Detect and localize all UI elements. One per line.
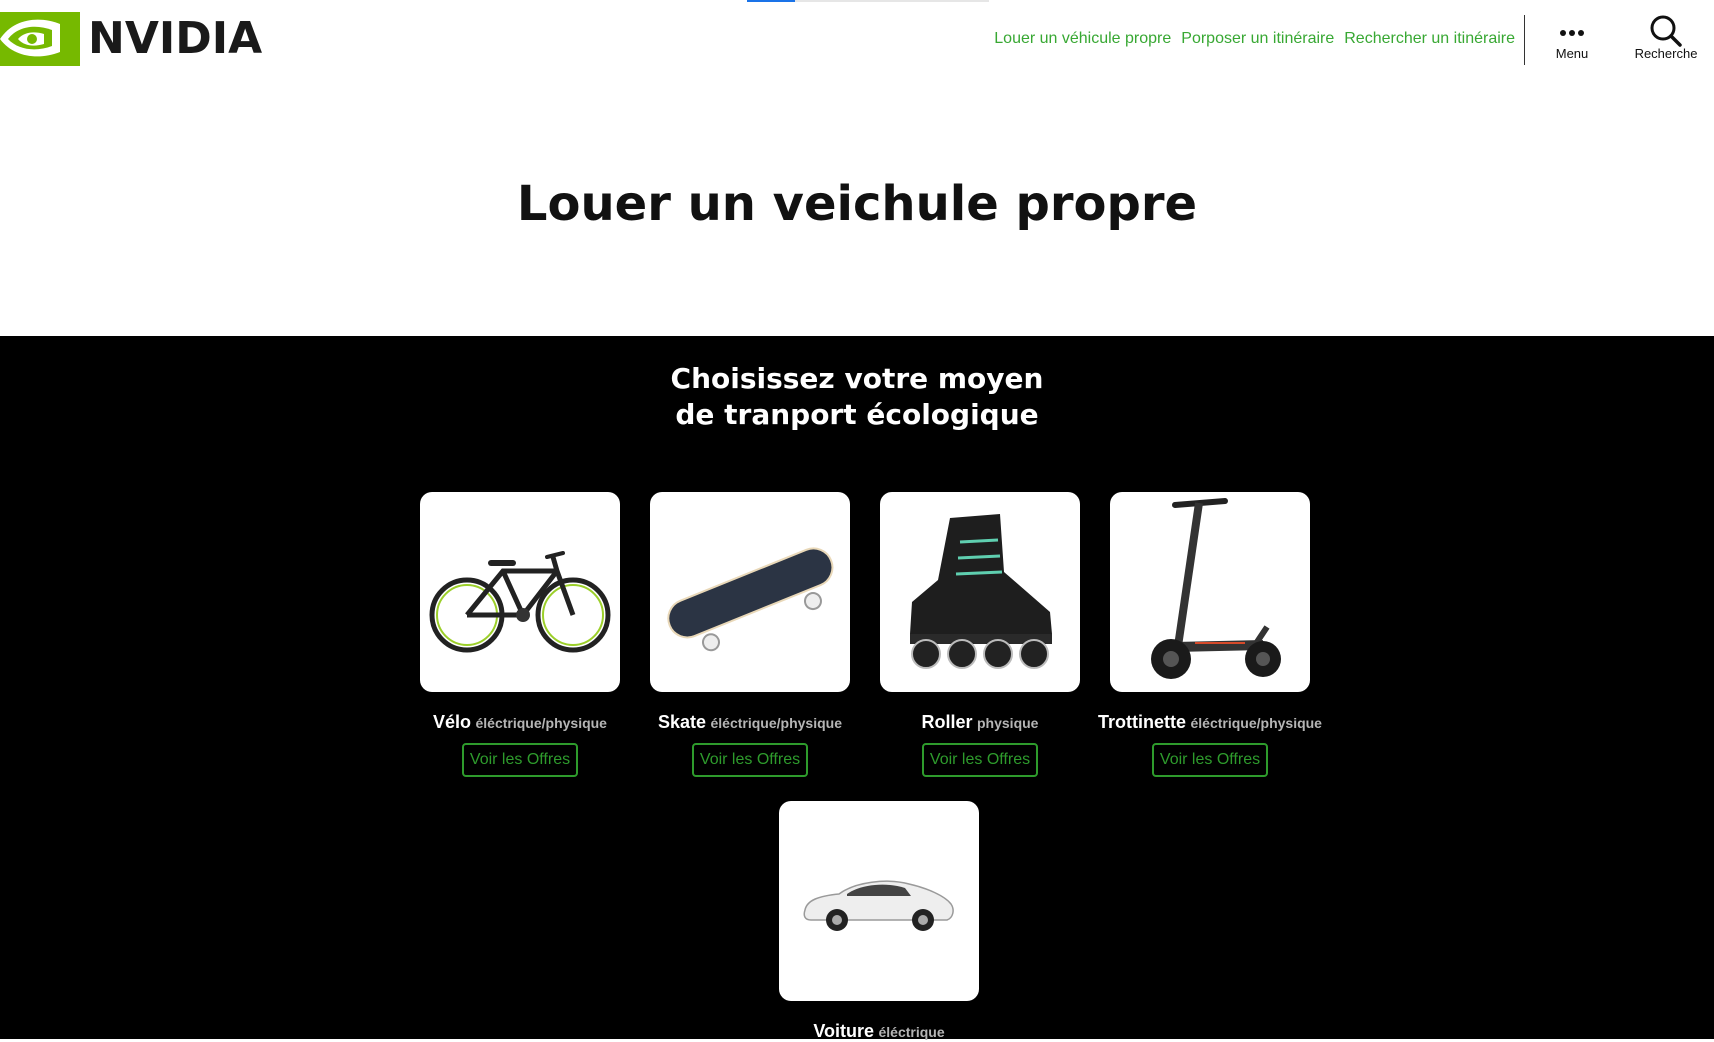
vehicle-type: physique bbox=[977, 715, 1039, 731]
section-title: Choisissez votre moyen de tranport écolo… bbox=[0, 361, 1714, 433]
vehicle-type: éléctrique/physique bbox=[710, 715, 842, 731]
vehicle-caption: Roller physique bbox=[850, 712, 1110, 733]
vehicle-card-skate: Skate éléctrique/physique Voir les Offre… bbox=[620, 492, 880, 777]
section-title-line-2: de tranport écologique bbox=[675, 398, 1039, 431]
vehicle-card-voiture: Voiture éléctrique bbox=[749, 801, 1009, 1042]
vehicle-type: éléctrique/physique bbox=[475, 715, 607, 731]
voir-offres-roller-button[interactable]: Voir les Offres bbox=[921, 743, 1039, 777]
ellipsis-icon bbox=[1560, 30, 1584, 36]
menu-button[interactable]: Menu bbox=[1532, 14, 1612, 61]
nvidia-logo[interactable]: NVIDIA bbox=[0, 12, 262, 66]
vehicle-name: Voiture bbox=[813, 1021, 875, 1041]
scooter-icon bbox=[1151, 498, 1281, 679]
voir-offres-trottinette-button[interactable]: Voir les Offres bbox=[1151, 743, 1269, 777]
section-title-line-1: Choisissez votre moyen bbox=[670, 362, 1044, 395]
car-icon bbox=[803, 880, 954, 931]
vehicle-type: éléctrique bbox=[878, 1024, 945, 1040]
nav-link-rechercher[interactable]: Rechercher un itinéraire bbox=[1344, 30, 1515, 48]
nav-link-proposer[interactable]: Porposer un itinéraire bbox=[1181, 30, 1334, 48]
vehicle-name: Skate bbox=[658, 712, 707, 732]
skateboard-icon bbox=[667, 547, 834, 652]
vehicle-caption: Trottinette éléctrique/physique bbox=[1080, 712, 1340, 733]
vehicle-name: Roller bbox=[921, 712, 973, 732]
vehicle-card-roller: Roller physique Voir les Offres bbox=[850, 492, 1110, 777]
logo-wordmark: NVIDIA bbox=[88, 13, 263, 64]
inline-skate-icon bbox=[910, 514, 1052, 669]
nvidia-eye-icon bbox=[0, 12, 80, 66]
inline-skate-image[interactable] bbox=[880, 492, 1080, 692]
search-icon bbox=[1650, 15, 1682, 47]
scooter-image[interactable] bbox=[1110, 492, 1310, 692]
vehicle-card-trottinette: Trottinette éléctrique/physique Voir les… bbox=[1080, 492, 1340, 777]
voir-offres-velo-button[interactable]: Voir les Offres bbox=[461, 743, 579, 777]
voir-offres-skate-button[interactable]: Voir les Offres bbox=[691, 743, 809, 777]
bicycle-image[interactable] bbox=[420, 492, 620, 692]
skateboard-image[interactable] bbox=[650, 492, 850, 692]
vehicle-card-velo: Vélo éléctrique/physique Voir les Offres bbox=[390, 492, 650, 777]
vehicle-section: Choisissez votre moyen de tranport écolo… bbox=[0, 336, 1714, 1042]
vehicle-type: éléctrique/physique bbox=[1190, 715, 1322, 731]
main-nav: Louer un véhicule propre Porposer un iti… bbox=[994, 30, 1515, 48]
header-divider bbox=[1524, 15, 1525, 65]
search-label: Recherche bbox=[1634, 46, 1698, 61]
car-image[interactable] bbox=[779, 801, 979, 1001]
bicycle-icon bbox=[429, 551, 611, 653]
page-title: Louer un veichule propre bbox=[516, 176, 1198, 232]
vehicle-name: Vélo bbox=[433, 712, 472, 732]
scroll-progress-bar bbox=[747, 0, 989, 2]
vehicle-caption: Skate éléctrique/physique bbox=[620, 712, 880, 733]
site-header: NVIDIA Louer un véhicule propre Porposer… bbox=[0, 0, 1714, 90]
menu-label: Menu bbox=[1555, 46, 1589, 61]
vehicle-caption: Vélo éléctrique/physique bbox=[390, 712, 650, 733]
nav-link-louer[interactable]: Louer un véhicule propre bbox=[994, 30, 1171, 48]
vehicle-name: Trottinette bbox=[1098, 712, 1187, 732]
scroll-progress-fill bbox=[747, 0, 796, 2]
search-button[interactable]: Recherche bbox=[1626, 14, 1706, 61]
